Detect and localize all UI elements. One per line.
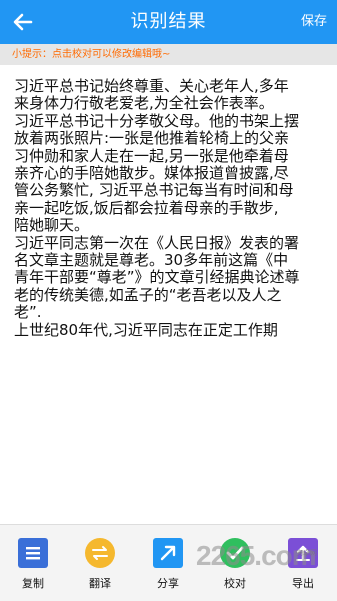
share-label: 分享	[157, 577, 179, 590]
text-line: 来身体力行敬老爱老,为全社会作表率。	[14, 94, 274, 113]
share-arrow-icon	[153, 538, 183, 568]
site-watermark-sub: 安卓网	[296, 549, 317, 557]
translate-label: 翻译	[89, 577, 111, 590]
text-line: 管公务繁忙, 习近平总书记每当有时间和母	[14, 181, 294, 200]
text-line: 上世纪80年代,习近平同志在正定工作期	[14, 320, 278, 339]
app-bar: 识别结果 保存	[0, 0, 337, 44]
text-line: 老的传统美德,如孟子的“老吾老以及人之	[14, 285, 282, 304]
page-title: 识别结果	[130, 11, 207, 32]
text-line: 习近平同志第一次在《人民日报》发表的署	[14, 233, 300, 252]
save-button[interactable]: 保存	[301, 0, 327, 44]
recognized-text[interactable]: 习近平总书记始终尊重、关心老年人,多年 来身体力行敬老爱老,为全社会作表率。 习…	[14, 78, 328, 510]
text-line: 习近平总书记十分孝敬父母。他的书架上摆	[14, 111, 300, 130]
copy-button[interactable]: 复制	[8, 535, 58, 595]
text-line: 青年干部要“尊老”》的文章引经据典论述尊	[14, 268, 300, 287]
text-line: 老”.	[14, 303, 42, 322]
exchange-icon	[85, 538, 115, 568]
share-button[interactable]: 分享	[143, 535, 193, 595]
tip-bar: 小提示：点击校对可以修改编辑哦~	[0, 44, 337, 65]
copy-label: 复制	[22, 577, 44, 590]
text-line: 陪她聊天。	[14, 216, 90, 235]
text-line: 名文章主题就是尊老。30多年前这篇《中	[14, 251, 289, 270]
text-line: 习近平总书记始终尊重、关心老年人,多年	[14, 78, 289, 95]
tip-text: 小提示：点击校对可以修改编辑哦~	[12, 49, 171, 60]
text-line: 放着两张照片:一张是他推着轮椅上的父亲	[14, 129, 290, 148]
text-line: 习仲勋和家人走在一起,另一张是他牵着母	[14, 146, 289, 165]
list-icon	[18, 538, 48, 568]
proofread-label: 校对	[224, 577, 246, 590]
export-label: 导出	[292, 577, 314, 590]
text-line: 亲齐心的手陪她散步。媒体报道曾披露,尽	[14, 164, 289, 183]
text-line: 亲一起吃饭,饭后都会拉着母亲的手散步,	[14, 198, 279, 217]
translate-button[interactable]: 翻译	[75, 535, 125, 595]
